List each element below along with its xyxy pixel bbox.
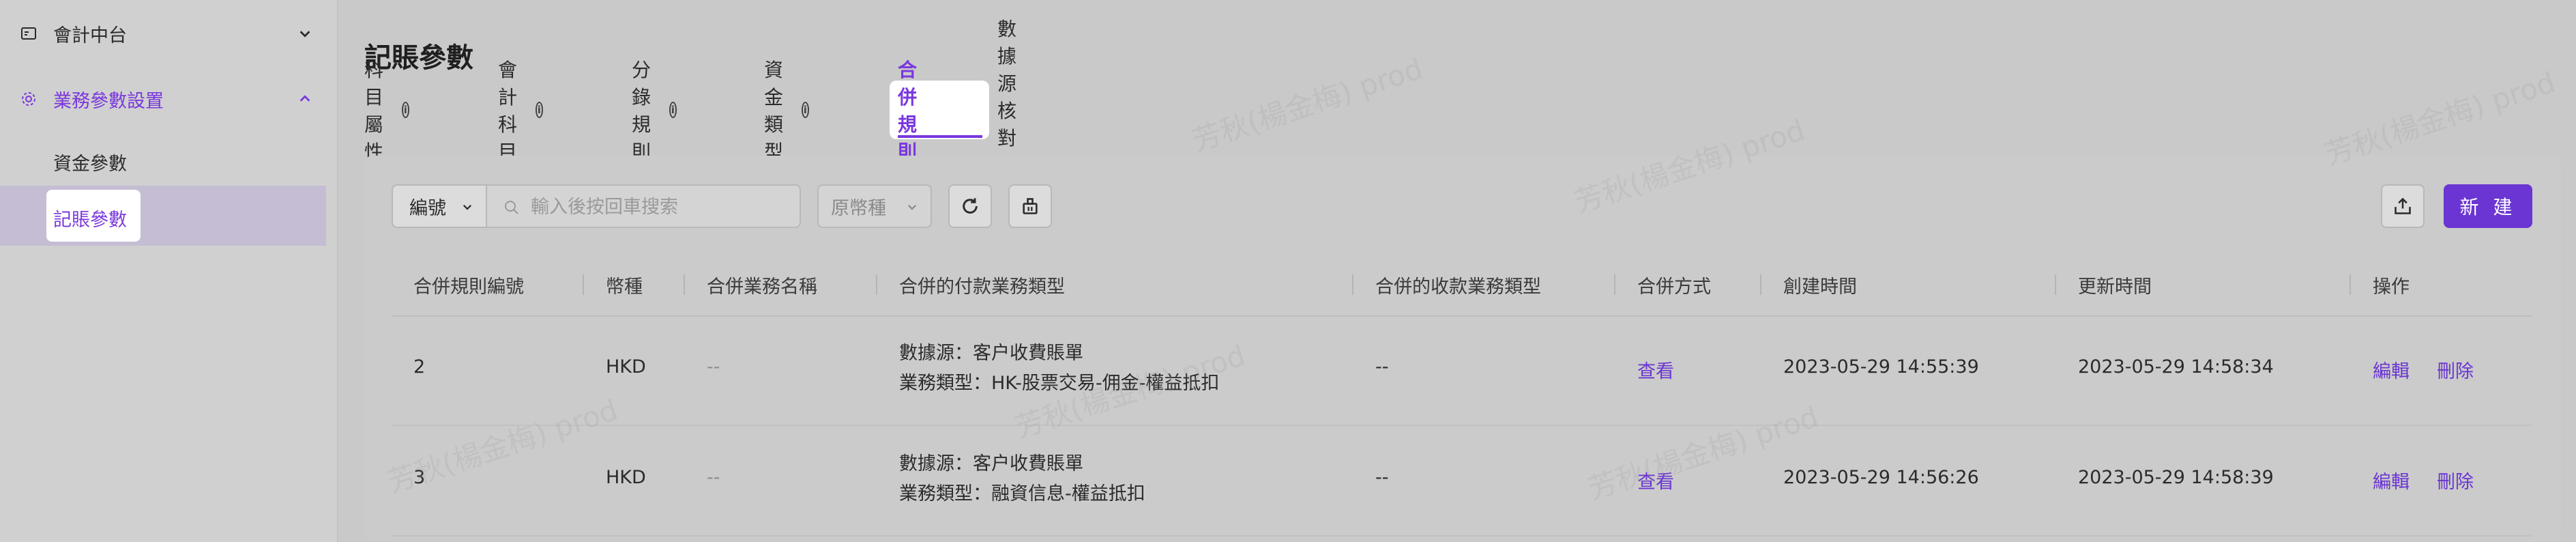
active-tab-underline bbox=[898, 135, 982, 138]
search-field-select[interactable]: 編號 bbox=[392, 184, 487, 228]
delete-link[interactable]: 刪除 bbox=[2437, 356, 2474, 383]
cell-currency: HKD bbox=[606, 467, 646, 488]
pay-business-type: 業務類型：HK-股票交易-佣金-權益抵扣 bbox=[899, 373, 1220, 394]
search-box bbox=[487, 184, 801, 228]
table-header: 合併規則編號 幣種 合併業務名稱 合併的付款業務類型 合併的收款業務類型 合併方… bbox=[392, 254, 2532, 317]
column-header[interactable]: 更新時間 bbox=[2078, 254, 2152, 315]
chevron-down-icon bbox=[463, 204, 472, 210]
pay-datasource: 數據源：客户收費賬單 bbox=[899, 453, 1083, 474]
column-divider bbox=[876, 274, 877, 295]
delete-link[interactable]: 刪除 bbox=[2437, 467, 2474, 494]
currency-placeholder: 原幣種 bbox=[831, 197, 886, 219]
search-field-value: 編號 bbox=[409, 197, 446, 219]
tab-label: 合併規則 bbox=[898, 59, 918, 163]
chevron-down-icon bbox=[907, 204, 917, 210]
column-header[interactable]: 合併規則編號 bbox=[413, 254, 524, 315]
refresh-icon bbox=[963, 198, 978, 214]
search-icon bbox=[505, 201, 518, 214]
cell-updated-time: 2023-05-29 14:58:34 bbox=[2078, 356, 2274, 377]
cell-created-time: 2023-05-29 14:55:39 bbox=[1783, 356, 1979, 377]
basket-icon bbox=[1023, 198, 1038, 214]
info-icon[interactable]: i bbox=[535, 102, 544, 118]
cell-updated-time: 2023-05-29 14:58:39 bbox=[2078, 467, 2274, 488]
column-header[interactable]: 創建時間 bbox=[1783, 254, 1857, 315]
column-divider bbox=[1760, 274, 1761, 295]
chevron-down-icon bbox=[299, 31, 310, 38]
cell-merge-name: -- bbox=[707, 356, 720, 377]
info-icon[interactable]: i bbox=[669, 102, 677, 118]
pay-business-type: 業務類型：融資信息-權益抵扣 bbox=[899, 483, 1145, 504]
sidebar-group-label: 業務參數設置 bbox=[53, 90, 164, 112]
column-divider bbox=[1614, 274, 1615, 295]
ledger-icon bbox=[21, 27, 36, 40]
column-divider bbox=[2055, 274, 2056, 295]
view-link[interactable]: 查看 bbox=[1637, 356, 1674, 383]
table-row: 2 HKD -- 數據源：客户收費賬單 業務類型：HK-股票交易-佣金-權益抵扣… bbox=[392, 315, 2532, 426]
column-divider bbox=[684, 274, 685, 295]
cell-pay-type: 數據源：客户收費賬單 業務類型：HK-股票交易-佣金-權益抵扣 bbox=[899, 339, 1219, 399]
sidebar-group-business-params[interactable]: 業務參數設置 bbox=[0, 68, 337, 130]
column-header[interactable]: 幣種 bbox=[606, 254, 643, 315]
sidebar: 會計中台 業務參數設置 資金參數 記賬參數 bbox=[0, 0, 338, 542]
tab-datasource-check-rules[interactable]: 數據源核對規則 bbox=[997, 18, 1016, 204]
gear-icon bbox=[22, 92, 35, 106]
tab-label: 科目屬性 bbox=[364, 59, 384, 163]
sidebar-group-label: 會計中台 bbox=[53, 25, 127, 46]
chevron-up-icon bbox=[299, 95, 310, 102]
tab-merge-rules[interactable]: 合併規則 bbox=[898, 59, 917, 163]
cell-recv-type: -- bbox=[1375, 467, 1389, 488]
sidebar-item-fund-params[interactable]: 資金參數 bbox=[0, 130, 326, 190]
cell-created-time: 2023-05-29 14:56:26 bbox=[1783, 467, 1979, 488]
new-button[interactable]: 新 建 bbox=[2444, 184, 2532, 228]
column-header[interactable]: 合併的收款業務類型 bbox=[1375, 254, 1541, 315]
currency-select[interactable]: 原幣種 bbox=[817, 184, 932, 228]
cell-rule-id: 2 bbox=[413, 356, 426, 377]
column-header[interactable]: 合併方式 bbox=[1637, 254, 1711, 315]
info-icon[interactable]: i bbox=[401, 102, 410, 118]
column-header[interactable]: 操作 bbox=[2373, 254, 2410, 315]
column-divider bbox=[583, 274, 584, 295]
edit-link[interactable]: 編輯 bbox=[2373, 356, 2410, 383]
table-row: 3 HKD -- 數據源：客户收費賬單 業務類型：融資信息-權益抵扣 -- 查看… bbox=[392, 426, 2532, 537]
sidebar-group-accounting[interactable]: 會計中台 bbox=[0, 3, 337, 64]
sidebar-item-booking-params[interactable]: 記賬參數 bbox=[0, 186, 326, 246]
tab-accounting-subjects[interactable]: 會計科目 i bbox=[498, 59, 544, 163]
tab-account-attributes[interactable]: 科目屬性 i bbox=[364, 59, 410, 163]
search-input[interactable] bbox=[529, 192, 791, 221]
clear-button[interactable] bbox=[1008, 184, 1052, 228]
column-divider bbox=[2350, 274, 2351, 295]
export-button[interactable] bbox=[2381, 184, 2425, 228]
sidebar-item-label: 資金參數 bbox=[53, 154, 127, 175]
column-divider bbox=[1352, 274, 1353, 295]
sidebar-item-label: 記賬參數 bbox=[53, 210, 127, 231]
refresh-button[interactable] bbox=[948, 184, 992, 228]
pay-datasource: 數據源：客户收費賬單 bbox=[899, 343, 1083, 364]
tab-label: 分錄規則 bbox=[632, 59, 652, 163]
edit-link[interactable]: 編輯 bbox=[2373, 467, 2410, 494]
tab-label: 資金類型 bbox=[764, 59, 784, 163]
column-header[interactable]: 合併的付款業務類型 bbox=[899, 254, 1065, 315]
watermark: 芳秋(楊金梅) prod bbox=[1188, 51, 1427, 158]
cell-pay-type: 數據源：客户收費賬單 業務類型：融資信息-權益抵扣 bbox=[899, 449, 1145, 509]
info-icon[interactable]: i bbox=[801, 102, 810, 118]
column-header[interactable]: 合併業務名稱 bbox=[707, 254, 817, 315]
view-link[interactable]: 查看 bbox=[1637, 467, 1674, 494]
export-icon bbox=[2395, 197, 2411, 214]
tab-label: 會計科目 bbox=[498, 59, 518, 163]
cell-rule-id: 3 bbox=[413, 467, 426, 488]
cell-currency: HKD bbox=[606, 356, 646, 377]
cell-recv-type: -- bbox=[1375, 356, 1389, 377]
cell-merge-name: -- bbox=[707, 467, 720, 488]
tab-entry-rules[interactable]: 分錄規則 i bbox=[632, 59, 677, 163]
tab-fund-types[interactable]: 資金類型 i bbox=[764, 59, 810, 163]
